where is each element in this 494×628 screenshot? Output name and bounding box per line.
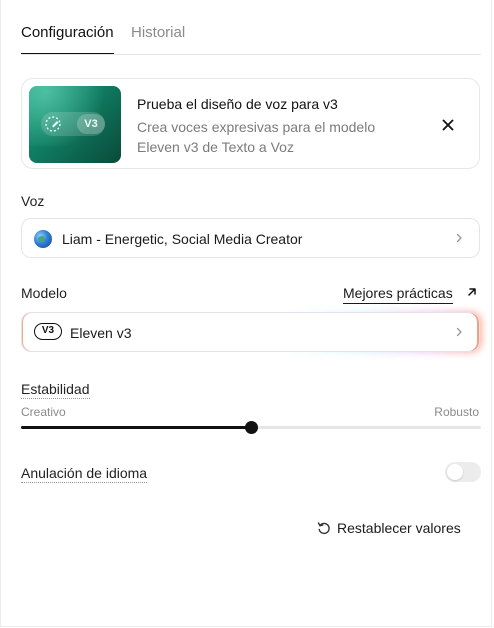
voice-design-icon <box>45 116 61 132</box>
promo-title: Prueba el diseño de voz para v3 <box>137 96 338 112</box>
promo-thumbnail: V3 <box>29 86 121 163</box>
voice-label: Voz <box>21 193 45 209</box>
promo-v3-badge: V3 <box>77 114 105 134</box>
promo-description: Crea voces expresivas para el modelo Ele… <box>137 119 376 155</box>
toggle-knob <box>447 464 463 480</box>
chevron-right-icon <box>456 233 462 243</box>
stability-slider[interactable] <box>21 421 481 434</box>
globe-icon <box>34 230 52 248</box>
voice-value: Liam - Energetic, Social Media Creator <box>62 231 303 247</box>
promo-thumbnail-pill: V3 <box>41 112 105 136</box>
tab-configuracion[interactable]: Configuración <box>21 24 114 54</box>
slider-max-label: Robusto <box>434 405 479 419</box>
best-practices-link[interactable]: Mejores prácticas <box>343 284 453 304</box>
stability-slider-fill <box>21 426 251 429</box>
language-override-label: Anulación de idioma <box>21 465 148 483</box>
language-override-toggle[interactable] <box>445 462 481 482</box>
reset-label: Restablecer valores <box>337 520 461 536</box>
model-value: Eleven v3 <box>70 325 132 341</box>
slider-min-label: Creativo <box>21 405 66 419</box>
stability-slider-thumb[interactable] <box>245 421 258 434</box>
promo-card[interactable]: V3 Prueba el diseño de voz para v3 Crea … <box>21 78 480 169</box>
reset-icon <box>317 522 330 535</box>
voice-select[interactable]: Liam - Energetic, Social Media Creator <box>21 218 480 258</box>
tab-bar: Configuración Historial <box>21 0 481 55</box>
model-v3-badge: V3 <box>34 323 62 340</box>
model-select[interactable]: V3 Eleven v3 <box>21 312 480 352</box>
model-label: Modelo <box>21 285 67 301</box>
settings-panel: Configuración Historial V3 Prueba el dis… <box>0 0 492 627</box>
stability-label-wrap: Estabilidad <box>21 380 90 399</box>
chevron-right-icon <box>456 327 462 337</box>
stability-label: Estabilidad <box>21 381 90 399</box>
arrow-up-right-icon[interactable] <box>466 286 478 298</box>
language-override-label-wrap: Anulación de idioma <box>21 464 148 483</box>
tab-historial[interactable]: Historial <box>131 24 185 42</box>
close-icon[interactable] <box>438 115 458 135</box>
